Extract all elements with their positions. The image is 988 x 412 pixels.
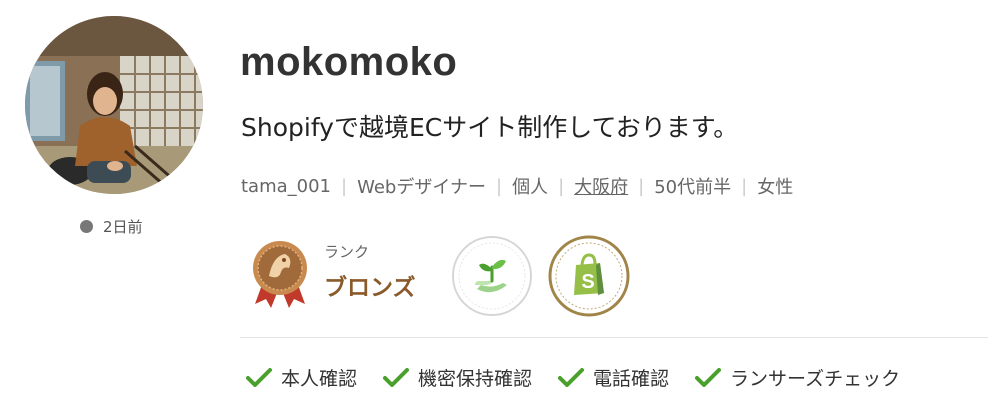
user-id: tama_001 [241, 175, 332, 197]
sprout-badge[interactable] [451, 235, 533, 317]
separator: | [558, 175, 565, 197]
separator: | [638, 175, 645, 197]
verification-nda: 機密保持確認 [383, 364, 532, 391]
last-login-text: 2日前 [103, 218, 143, 236]
occupation: Webデザイナー [357, 177, 486, 198]
svg-text:S: S [581, 271, 594, 293]
verification-list: 本人確認 機密保持確認 電話確認 ランサーズチェック [246, 364, 900, 391]
avatar[interactable] [25, 16, 203, 194]
rank-label: ランク [324, 243, 370, 261]
separator: | [341, 175, 348, 197]
shopify-badge[interactable]: S [548, 235, 630, 317]
account-type: 個人 [512, 177, 549, 198]
check-icon [246, 367, 272, 387]
section-divider [240, 337, 988, 338]
verification-label: 本人確認 [281, 368, 358, 390]
avatar-photo [25, 16, 203, 194]
verification-label: ランサーズチェック [730, 368, 901, 390]
gender: 女性 [757, 177, 794, 198]
rank-badge[interactable]: ランク ブロンズ [249, 238, 439, 308]
username: mokomoko [240, 40, 458, 84]
rank-value: ブロンズ [324, 275, 416, 301]
location-link[interactable]: 大阪府 [574, 173, 628, 199]
age-group: 50代前半 [654, 177, 732, 198]
last-login-status: 2日前 [80, 216, 143, 237]
check-icon [383, 367, 410, 387]
check-icon [558, 367, 585, 387]
sprout-badge-icon [452, 236, 532, 316]
shopify-badge-icon: S [548, 235, 630, 317]
separator: | [741, 175, 748, 197]
separator: | [495, 175, 503, 197]
check-icon [695, 367, 722, 387]
profile-tagline: Shopifyで越境ECサイト制作しております。 [241, 113, 739, 142]
bronze-medal-icon [253, 241, 307, 308]
verification-identity: 本人確認 [246, 364, 357, 391]
verification-phone: 電話確認 [558, 364, 669, 391]
verification-label: 電話確認 [593, 368, 670, 390]
status-dot-icon [80, 220, 93, 233]
profile-meta: tama_001 | Webデザイナー | 個人 | 大阪府 | 50代前半 |… [241, 173, 793, 199]
verification-label: 機密保持確認 [418, 368, 533, 390]
verification-lancers-check: ランサーズチェック [695, 364, 900, 391]
